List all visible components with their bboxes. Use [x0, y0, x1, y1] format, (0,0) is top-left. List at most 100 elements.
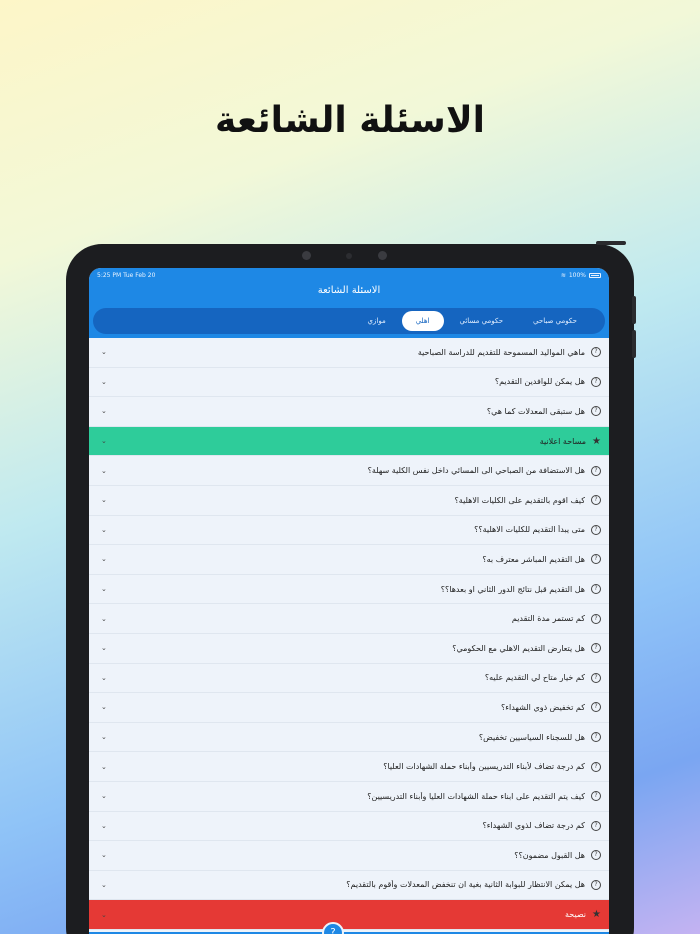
- question-circle-icon: ?: [591, 879, 601, 890]
- status-right: ≋ 100%: [561, 272, 601, 279]
- chevron-down-icon[interactable]: ⌄: [101, 851, 107, 859]
- tab-bar: حكومي صباحي حكومي مسائي اهلي موازي: [93, 308, 605, 334]
- question-circle-icon: ?: [591, 406, 601, 417]
- faq-question: هل للسجناء السياسيين تخفيض؟: [478, 732, 585, 742]
- faq-question: كيف يتم التقديم على ابناء حملة الشهادات …: [367, 791, 585, 801]
- tab-3[interactable]: موازي: [354, 311, 400, 331]
- chevron-down-icon[interactable]: ⌄: [101, 792, 107, 800]
- camera-bar: [302, 251, 398, 261]
- faq-row[interactable]: ? هل ستبقى المعدلات كما هي؟ ⌄: [89, 397, 609, 427]
- chevron-down-icon[interactable]: ⌄: [101, 496, 107, 504]
- question-circle-icon: ?: [591, 672, 601, 683]
- tab-0[interactable]: حكومي صباحي: [519, 311, 591, 331]
- question-circle-icon: ?: [591, 376, 601, 387]
- chevron-down-icon[interactable]: ⌄: [101, 763, 107, 771]
- question-circle-icon: ?: [591, 643, 601, 654]
- wifi-icon: ≋: [560, 271, 566, 279]
- faq-row[interactable]: ? كيف يتم التقديم على ابناء حملة الشهادات…: [89, 781, 609, 812]
- faq-question: كم درجة تضاف لذوي الشهداء؟: [482, 821, 585, 831]
- chevron-down-icon[interactable]: ⌄: [101, 378, 107, 386]
- status-bar: 5:25 PM Tue Feb 20 ≋ 100%: [89, 268, 609, 282]
- question-circle-icon: ?: [591, 820, 601, 831]
- hero-title: الاسئلة الشائعة: [215, 100, 485, 141]
- chevron-down-icon[interactable]: ⌄: [101, 703, 107, 711]
- ad-row[interactable]: ★ مساحة اعلانية ⌄: [89, 426, 609, 457]
- faq-question: كيف اقوم بالتقديم على الكليات الاهلية؟: [454, 495, 585, 505]
- faq-row[interactable]: ? كم تستمر مدة التقديم ⌄: [89, 604, 609, 634]
- faq-row[interactable]: ? كم درجة تضاف لأبناء التدريسيين وأبناء ح…: [89, 752, 609, 782]
- question-circle-icon: ?: [591, 850, 601, 861]
- chevron-down-icon[interactable]: ⌄: [101, 467, 107, 475]
- faq-question: ماهي المواليد المسموحة للتقديم للدراسة ا…: [417, 347, 585, 357]
- chevron-down-icon[interactable]: ⌄: [101, 881, 107, 889]
- chevron-down-icon[interactable]: ⌄: [101, 674, 107, 682]
- question-circle-icon: ?: [591, 732, 601, 743]
- app-bar-title: الاسئلة الشائعة: [89, 282, 609, 308]
- question-circle-icon: ?: [591, 495, 601, 506]
- chevron-down-icon[interactable]: ⌄: [101, 437, 107, 445]
- question-circle-icon: ?: [591, 584, 601, 595]
- battery-percent: 100%: [568, 271, 586, 279]
- faq-row[interactable]: ? هل يتعارض التقديم الاهلي مع الحكومي؟ ⌄: [89, 633, 609, 664]
- tab-2[interactable]: اهلي: [401, 311, 444, 331]
- question-circle-icon: ?: [591, 465, 601, 476]
- ad-row-label: مساحة اعلانية: [539, 436, 587, 446]
- status-time: 5:25 PM Tue Feb 20: [97, 271, 156, 279]
- faq-question: هل القبول مضمون؟؟: [514, 850, 585, 860]
- tip-row-label: نصيحة: [565, 910, 587, 920]
- faq-row[interactable]: ? هل يمكن للوافدين التقديم؟ ⌄: [89, 367, 609, 398]
- faq-question: هل ستبقى المعدلات كما هي؟: [486, 406, 585, 416]
- power-button: [596, 241, 626, 245]
- faq-question: هل يمكن الانتظار للبوابة الثانية بغية ان…: [346, 880, 585, 890]
- volume-up-button: [632, 296, 636, 324]
- faq-question: هل الاستضافة من الصباحي الى المسائي داخل…: [367, 466, 585, 476]
- question-circle-icon: ?: [591, 524, 601, 535]
- faq-row[interactable]: ? هل التقديم المباشر معترف به؟ ⌄: [89, 545, 609, 575]
- faq-question: كم تخفيض ذوي الشهداء؟: [500, 702, 585, 712]
- faq-question: كم تستمر مدة التقديم: [511, 614, 585, 624]
- faq-list: ? ماهي المواليد المسموحة للتقديم للدراسة …: [89, 338, 609, 930]
- chevron-down-icon[interactable]: ⌄: [101, 526, 107, 534]
- faq-question: هل يتعارض التقديم الاهلي مع الحكومي؟: [452, 643, 585, 653]
- faq-question: كم درجة تضاف لأبناء التدريسيين وأبناء حم…: [383, 762, 585, 772]
- faq-row[interactable]: ? كم خيار متاح لي التقديم عليه؟ ⌄: [89, 663, 609, 694]
- faq-question: كم خيار متاح لي التقديم عليه؟: [484, 673, 585, 683]
- faq-row[interactable]: ? متى يبدأ التقديم للكليات الاهلية؟؟ ⌄: [89, 515, 609, 546]
- faq-question: هل التقديم المباشر معترف به؟: [482, 554, 585, 564]
- faq-question: هل التقديم قبل نتائج الدور الثاني او بعد…: [440, 584, 585, 594]
- question-circle-icon: ?: [591, 554, 601, 565]
- chevron-down-icon[interactable]: ⌄: [101, 733, 107, 741]
- faq-row[interactable]: ? هل الاستضافة من الصباحي الى المسائي داخ…: [89, 456, 609, 486]
- faq-row[interactable]: ? هل التقديم قبل نتائج الدور الثاني او بع…: [89, 574, 609, 605]
- tabs-container: حكومي صباحي حكومي مسائي اهلي موازي: [89, 308, 609, 338]
- tip-row[interactable]: ★ نصيحة ⌄: [89, 900, 609, 930]
- chevron-down-icon[interactable]: ⌄: [101, 555, 107, 563]
- chevron-down-icon[interactable]: ⌄: [101, 348, 107, 356]
- chevron-down-icon[interactable]: ⌄: [101, 822, 107, 830]
- faq-row[interactable]: ? هل للسجناء السياسيين تخفيض؟ ⌄: [89, 722, 609, 753]
- question-circle-icon: ?: [591, 791, 601, 802]
- chevron-down-icon[interactable]: ⌄: [101, 644, 107, 652]
- question-circle-icon: ?: [591, 347, 601, 358]
- question-circle-icon: ?: [591, 761, 601, 772]
- chevron-down-icon[interactable]: ⌄: [101, 615, 107, 623]
- faq-row[interactable]: ? ماهي المواليد المسموحة للتقديم للدراسة …: [89, 338, 609, 368]
- faq-row[interactable]: ? كم تخفيض ذوي الشهداء؟ ⌄: [89, 693, 609, 723]
- faq-row[interactable]: ? هل القبول مضمون؟؟ ⌄: [89, 841, 609, 871]
- faq-question: هل يمكن للوافدين التقديم؟: [494, 377, 585, 387]
- tab-1[interactable]: حكومي مسائي: [446, 311, 518, 331]
- faq-row[interactable]: ? كيف اقوم بالتقديم على الكليات الاهلية؟ ⌄: [89, 485, 609, 516]
- app-screen: 5:25 PM Tue Feb 20 ≋ 100% الاسئلة الشائع…: [89, 268, 609, 934]
- question-circle-icon: ?: [591, 613, 601, 624]
- chevron-down-icon[interactable]: ⌄: [101, 407, 107, 415]
- star-icon: ★: [592, 909, 601, 921]
- chevron-down-icon[interactable]: ⌄: [101, 585, 107, 593]
- battery-icon: [589, 272, 601, 278]
- question-circle-icon: ?: [591, 702, 601, 713]
- chevron-down-icon[interactable]: ⌄: [101, 911, 107, 919]
- star-icon: ★: [592, 435, 601, 447]
- faq-question: متى يبدأ التقديم للكليات الاهلية؟؟: [474, 525, 585, 535]
- faq-row[interactable]: ? هل يمكن الانتظار للبوابة الثانية بغية ا…: [89, 870, 609, 901]
- faq-row[interactable]: ? كم درجة تضاف لذوي الشهداء؟ ⌄: [89, 811, 609, 842]
- volume-down-button: [632, 330, 636, 358]
